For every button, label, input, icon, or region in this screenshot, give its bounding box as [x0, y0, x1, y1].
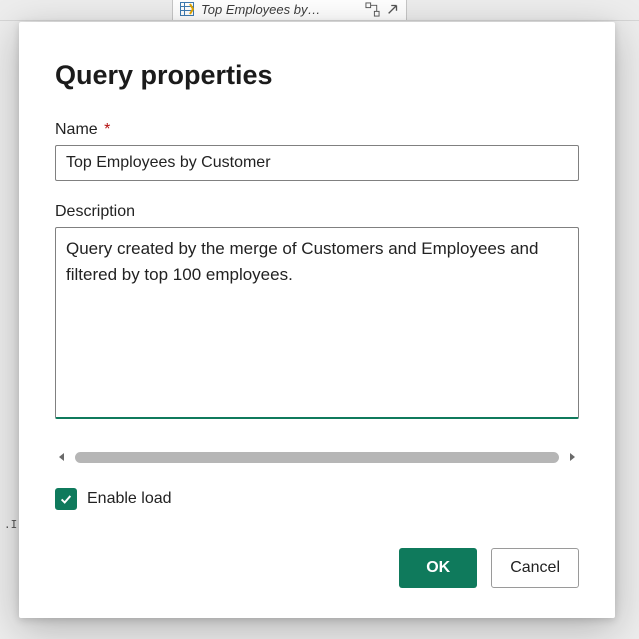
required-asterisk: * [104, 121, 110, 138]
scroll-left-icon[interactable] [55, 450, 69, 464]
enable-load-row[interactable]: Enable load [55, 488, 579, 510]
table-query-icon [179, 1, 195, 17]
background-query-tab: Top Employees by… [172, 0, 407, 21]
scroll-right-icon[interactable] [565, 450, 579, 464]
description-textarea[interactable] [55, 227, 579, 419]
query-properties-dialog: Query properties Name * Description [19, 22, 615, 618]
name-label-text: Name [55, 121, 98, 138]
enable-load-label: Enable load [87, 490, 172, 508]
horizontal-scrollbar[interactable] [55, 448, 579, 466]
name-label: Name * [55, 121, 579, 139]
ok-button[interactable]: OK [399, 548, 477, 588]
checkmark-icon [59, 492, 73, 506]
dialog-button-row: OK Cancel [55, 522, 579, 588]
enable-load-checkbox[interactable] [55, 488, 77, 510]
name-input[interactable] [55, 145, 579, 181]
background-side-text: .I [4, 518, 17, 531]
expand-arrow-icon [386, 2, 400, 16]
cancel-button[interactable]: Cancel [491, 548, 579, 588]
app-background: Top Employees by… .I Query properties Na… [0, 0, 639, 639]
diagram-icon [365, 2, 380, 17]
scrollbar-track[interactable] [75, 452, 559, 463]
background-divider [0, 20, 639, 21]
background-tab-label: Top Employees by… [201, 2, 320, 17]
description-label: Description [55, 203, 579, 221]
dialog-title: Query properties [55, 60, 579, 91]
